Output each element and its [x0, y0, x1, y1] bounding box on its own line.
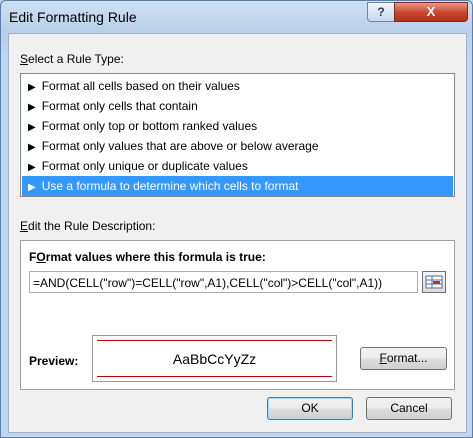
rule-type-item[interactable]: ▶ Format only cells that contain — [22, 96, 453, 116]
arrow-icon: ▶ — [28, 142, 36, 153]
rule-type-item[interactable]: ▶ Format all cells based on their values — [22, 76, 453, 96]
close-button[interactable]: X — [394, 2, 468, 22]
rule-type-item[interactable]: ▶ Format only top or bottom ranked values — [22, 116, 453, 136]
range-selector-button[interactable] — [422, 271, 446, 293]
format-preview: AaBbCcYyZz — [92, 335, 337, 382]
preview-label: Preview: — [29, 354, 79, 368]
arrow-icon: ▶ — [28, 82, 36, 93]
range-selector-icon — [425, 275, 443, 289]
arrow-icon: ▶ — [28, 182, 36, 193]
arrow-icon: ▶ — [28, 102, 36, 113]
arrow-icon: ▶ — [28, 162, 36, 173]
rule-type-item[interactable]: ▶ Format only values that are above or be… — [22, 136, 453, 156]
help-button[interactable]: ? — [367, 2, 395, 22]
format-button[interactable]: Format... — [360, 347, 447, 370]
rule-description-label: Edit the Rule Description: — [20, 219, 156, 233]
dialog-title: Edit Formatting Rule — [9, 9, 137, 25]
cancel-button[interactable]: Cancel — [366, 397, 452, 420]
rule-type-label: Select a Rule Type: — [20, 52, 124, 66]
preview-sample-text: AaBbCcYyZz — [97, 340, 332, 377]
arrow-icon: ▶ — [28, 122, 36, 133]
rule-type-list[interactable]: ▶ Format all cells based on their values … — [20, 73, 455, 197]
formula-input[interactable]: =AND(CELL("row")=CELL("row",A1),CELL("co… — [29, 271, 418, 293]
rule-description-panel: FOrmat values where this formula is true… — [20, 240, 455, 390]
rule-type-item-selected[interactable]: ▶ Use a formula to determine which cells … — [22, 176, 453, 196]
edit-formatting-rule-dialog: Edit Formatting Rule ? X Select a Rule T… — [0, 0, 473, 438]
formula-heading: FOrmat values where this formula is true… — [29, 250, 266, 264]
rule-type-item[interactable]: ▶ Format only unique or duplicate values — [22, 156, 453, 176]
ok-button[interactable]: OK — [267, 397, 353, 420]
dialog-body: Select a Rule Type: ▶ Format all cells ba… — [8, 33, 467, 433]
